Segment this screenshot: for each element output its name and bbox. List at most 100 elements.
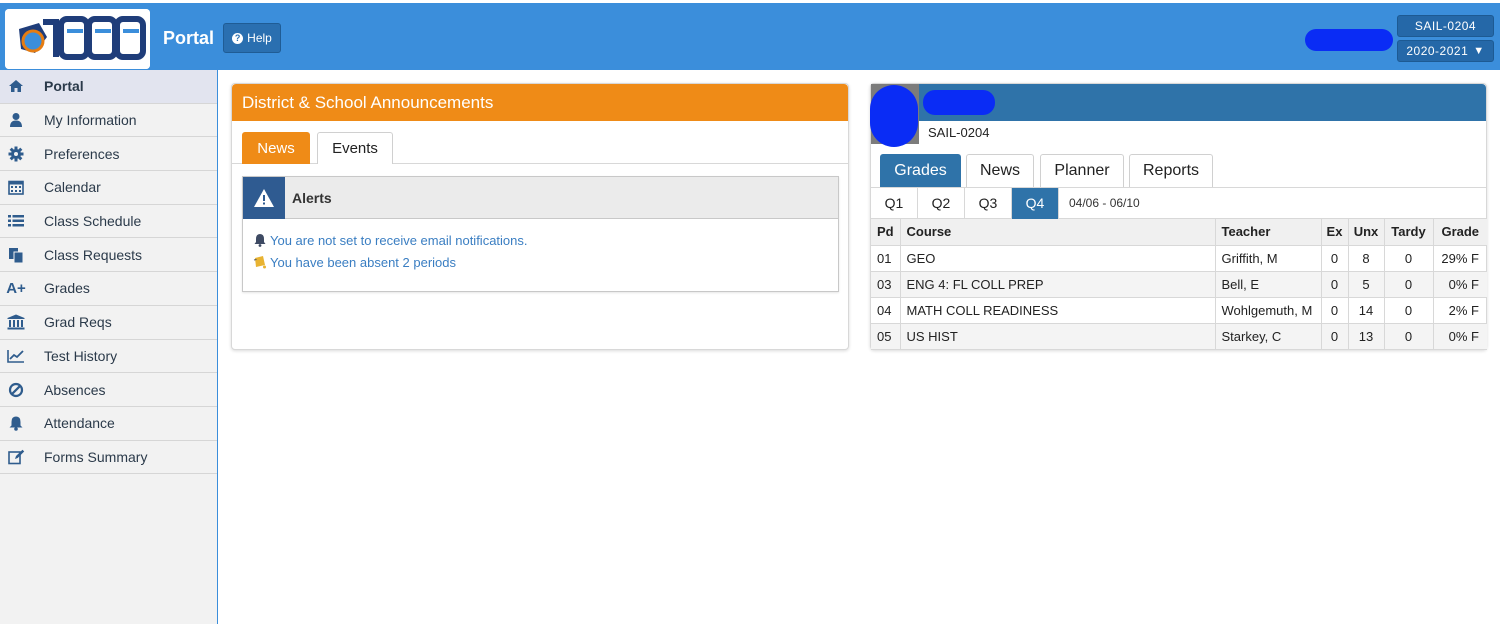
- sidebar-item-label: Forms Summary: [44, 448, 148, 465]
- redacted-student-name: [923, 90, 995, 115]
- cell-unx-link[interactable]: 5: [1348, 271, 1385, 298]
- cell-course-link[interactable]: MATH COLL READINESS: [900, 297, 1216, 324]
- alert-text: You have been absent 2 periods: [270, 254, 457, 270]
- col-grade: Grade: [1433, 219, 1487, 246]
- help-button[interactable]: ? Help: [223, 23, 281, 53]
- gear-icon: [7, 145, 25, 163]
- a-plus-icon: A+: [6, 279, 26, 297]
- alert-email-notifications[interactable]: You are not set to receive email notific…: [253, 229, 838, 251]
- school-year-text: 2020-2021: [1406, 44, 1469, 58]
- table-row: 03 ENG 4: FL COLL PREP Bell, E 0 5 0 0% …: [871, 271, 1487, 298]
- sidebar-item-grad-reqs[interactable]: Grad Reqs: [0, 306, 217, 340]
- announcements-panel: District & School Announcements News Eve…: [231, 83, 849, 350]
- cell-unx-link[interactable]: 8: [1348, 245, 1385, 272]
- warning-icon: [243, 176, 285, 219]
- cell-teacher-link[interactable]: Bell, E: [1215, 271, 1322, 298]
- redacted-user-name: [1305, 29, 1393, 51]
- sidebar-item-label: Absences: [44, 381, 106, 398]
- cell-ex-link[interactable]: 0: [1321, 271, 1349, 298]
- institution-icon: [7, 313, 25, 331]
- cell-unx-link[interactable]: 14: [1348, 297, 1385, 324]
- sidebar-item-label: My Information: [44, 112, 137, 129]
- sidebar-item-label: Portal: [44, 78, 84, 95]
- cell-teacher-link[interactable]: Wohlgemuth, M: [1215, 297, 1322, 324]
- sidebar-item-label: Grades: [44, 280, 90, 297]
- sidebar-item-label: Preferences: [44, 145, 120, 162]
- student-tabs: Grades News Planner Reports: [871, 144, 1486, 188]
- quarter-q1[interactable]: Q1: [871, 187, 918, 219]
- cell-unx-link[interactable]: 13: [1348, 323, 1385, 350]
- cell-course: US HIST: [900, 323, 1216, 350]
- student-header: [870, 84, 1486, 147]
- calendar-icon: [7, 178, 25, 196]
- cell-tardy-link[interactable]: 0: [1384, 323, 1434, 350]
- sidebar-item-attendance[interactable]: Attendance: [0, 407, 217, 441]
- cell-tardy-link[interactable]: 0: [1384, 271, 1434, 298]
- tab-news[interactable]: News: [966, 154, 1034, 187]
- sidebar-item-test-history[interactable]: Test History: [0, 340, 217, 374]
- cell-tardy-link[interactable]: 0: [1384, 245, 1434, 272]
- tab-grades[interactable]: Grades: [880, 154, 961, 187]
- sidebar-item-class-schedule[interactable]: Class Schedule: [0, 205, 217, 239]
- question-icon: ?: [232, 32, 244, 44]
- sidebar-item-label: Grad Reqs: [44, 314, 112, 331]
- quarter-q4[interactable]: Q4: [1012, 187, 1059, 219]
- col-ex: Ex: [1321, 219, 1349, 246]
- announcements-title: District & School Announcements: [232, 84, 848, 121]
- sidebar-item-class-requests[interactable]: Class Requests: [0, 238, 217, 273]
- tab-reports[interactable]: Reports: [1129, 154, 1213, 187]
- sidebar-item-label: Test History: [44, 347, 118, 364]
- cell-course: ENG 4: FL COLL PREP: [900, 271, 1216, 298]
- school-year-select[interactable]: 2020-2021 ▼: [1397, 40, 1494, 62]
- cell-tardy-link[interactable]: 0: [1384, 297, 1434, 324]
- sidebar-nav: Portal My Information Preferences Calend…: [0, 70, 218, 624]
- sidebar-item-portal[interactable]: Portal: [0, 70, 217, 104]
- quarter-q3[interactable]: Q3: [965, 187, 1012, 219]
- table-header-row: Pd Course Teacher Ex Unx Tardy Grade: [871, 219, 1487, 246]
- edit-icon: [7, 448, 25, 466]
- sidebar-item-grades[interactable]: A+ Grades: [0, 272, 217, 306]
- cell-grade-link[interactable]: 0% F: [1433, 271, 1487, 298]
- district-logo[interactable]: [5, 9, 150, 69]
- app-title: Portal: [163, 28, 215, 48]
- cell-grade-link[interactable]: 2% F: [1433, 297, 1487, 324]
- list-icon: [7, 212, 25, 230]
- cell-ex-link[interactable]: 0: [1321, 297, 1349, 324]
- sidebar-item-my-information[interactable]: My Information: [0, 104, 217, 138]
- alerts-header: Alerts: [243, 176, 838, 219]
- sidebar-item-forms-summary[interactable]: Forms Summary: [0, 441, 217, 475]
- col-pd: Pd: [871, 219, 901, 246]
- redacted-photo: [870, 85, 918, 147]
- sidebar-item-calendar[interactable]: Calendar: [0, 171, 217, 205]
- cell-ex-link[interactable]: 0: [1321, 323, 1349, 350]
- col-teacher: Teacher: [1215, 219, 1322, 246]
- alerts-title: Alerts: [292, 189, 332, 206]
- school-code-badge[interactable]: SAIL-0204: [1397, 15, 1494, 37]
- cell-grade-link[interactable]: 29% F: [1433, 245, 1487, 272]
- sidebar-item-label: Calendar: [44, 179, 101, 196]
- quarter-date-range: 04/06 - 06/10: [1069, 196, 1140, 210]
- sidebar-item-absences[interactable]: Absences: [0, 373, 217, 407]
- cell-pd: 04: [871, 297, 901, 324]
- top-header: Portal ? Help SAIL-0204 2020-2021 ▼: [0, 0, 1500, 70]
- col-tardy: Tardy: [1384, 219, 1434, 246]
- cell-grade-link[interactable]: 0% F: [1433, 323, 1487, 350]
- line-chart-icon: [7, 347, 25, 365]
- bell-icon: [7, 414, 25, 432]
- table-row: 01 GEO Griffith, M 0 8 0 29% F: [871, 245, 1487, 272]
- sidebar-item-preferences[interactable]: Preferences: [0, 137, 217, 172]
- student-school-code: SAIL-0204: [928, 125, 990, 140]
- cell-teacher-link[interactable]: Griffith, M: [1215, 245, 1322, 272]
- tab-planner[interactable]: Planner: [1040, 154, 1124, 187]
- alert-text: You are not set to receive email notific…: [270, 232, 528, 248]
- sidebar-item-label: Class Schedule: [44, 213, 142, 230]
- tab-news[interactable]: News: [242, 132, 310, 164]
- cell-teacher-link[interactable]: Starkey, C: [1215, 323, 1322, 350]
- sidebar-item-label: Class Requests: [44, 246, 143, 263]
- cell-course: GEO: [900, 245, 1216, 272]
- quarter-q2[interactable]: Q2: [918, 187, 965, 219]
- cell-pd: 01: [871, 245, 901, 272]
- tab-events[interactable]: Events: [317, 132, 393, 164]
- cell-ex-link[interactable]: 0: [1321, 245, 1349, 272]
- alert-absences[interactable]: You have been absent 2 periods: [253, 251, 838, 273]
